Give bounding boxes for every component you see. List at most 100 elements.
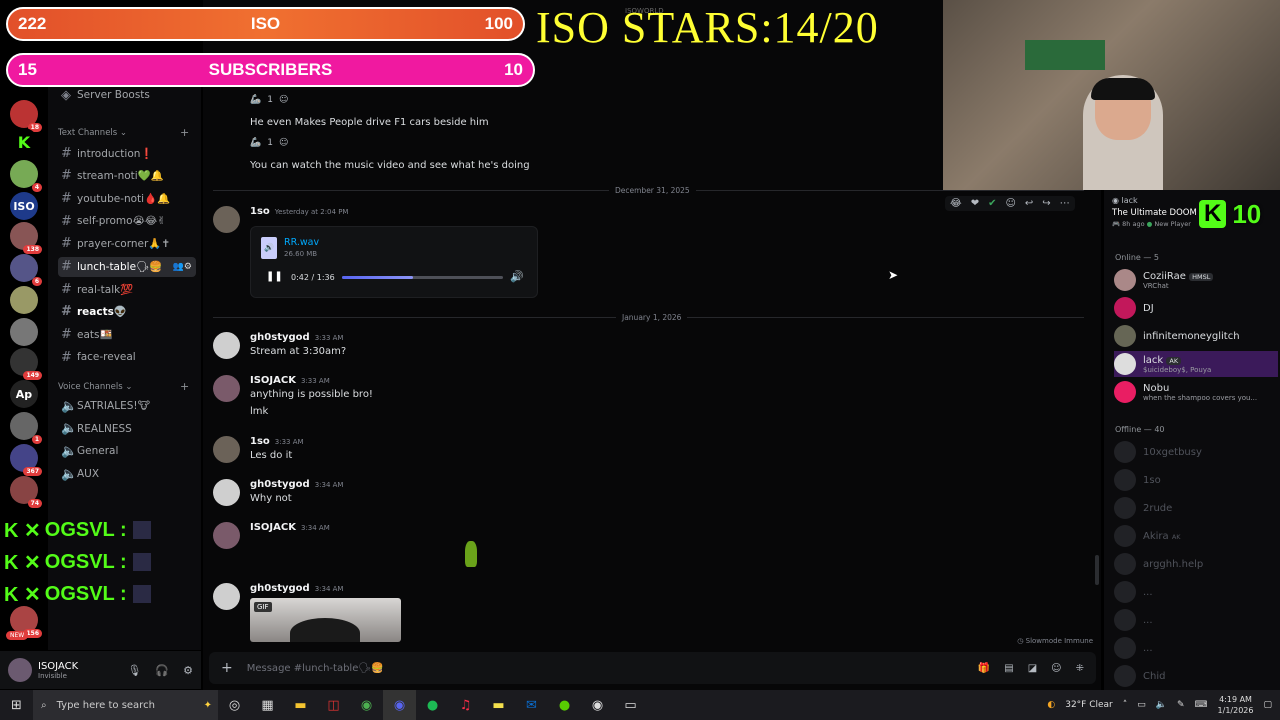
spotify-icon[interactable]: ●	[416, 690, 449, 720]
reply-icon[interactable]: ↩	[1025, 198, 1033, 209]
more-options-icon[interactable]: ⋯	[1060, 198, 1070, 209]
microphone-icon[interactable]: 🎙	[127, 664, 141, 677]
avatar[interactable]	[213, 375, 240, 402]
chrome-icon[interactable]: ◉	[350, 690, 383, 720]
channel-item[interactable]: # prayer-corner🙏✝	[58, 234, 196, 254]
add-reaction-icon[interactable]: ☺	[279, 95, 288, 105]
invite-icon[interactable]: 👥⚙	[173, 262, 192, 272]
add-voice-channel-plus-icon[interactable]: +	[180, 380, 189, 393]
copilot-icon[interactable]: ◎	[218, 690, 251, 720]
channel-item[interactable]: # lunch-table🗣🍔 👥⚙	[58, 256, 196, 277]
terminal-icon[interactable]: ▭	[614, 690, 647, 720]
gift-icon[interactable]: 🎁	[978, 663, 990, 674]
taskbar-search[interactable]: ⌕ Type here to search ✦	[33, 690, 218, 720]
member-item[interactable]: argghh.help	[1114, 551, 1278, 577]
store-icon[interactable]: ▦	[251, 690, 284, 720]
gear-icon[interactable]: ⚙	[183, 664, 193, 677]
clock[interactable]: 4:19 AM 1/1/2026	[1218, 694, 1254, 716]
channel-item[interactable]: # youtube-noti🩸🔔	[58, 188, 196, 208]
chevron-up-icon[interactable]: ˄	[1123, 700, 1128, 710]
message-author[interactable]: gh0stygod 3:34 AM	[250, 583, 343, 594]
server-icon[interactable]: 367	[10, 444, 42, 476]
avatar[interactable]	[213, 206, 240, 233]
voice-channels-category[interactable]: Voice Channels ⌄	[58, 382, 132, 392]
server-icon[interactable]	[10, 286, 38, 314]
laughing-reaction-icon[interactable]: 😂	[950, 198, 962, 209]
voice-channel-item[interactable]: 🔈 SATRIALES!🐮	[58, 396, 196, 416]
channel-item[interactable]: # reacts👽	[58, 302, 196, 322]
add-reaction-icon[interactable]: ☺	[1005, 198, 1015, 209]
avatar[interactable]	[213, 436, 240, 463]
heart-reaction-icon[interactable]: ❤	[971, 198, 979, 209]
pause-icon[interactable]: ❚❚	[266, 271, 283, 282]
server-icon[interactable]: 138	[10, 222, 42, 254]
message-author[interactable]: 1so 3:33 AM	[250, 436, 304, 447]
server-icon[interactable]	[10, 318, 38, 346]
message-author[interactable]: gh0stygod 3:33 AM	[250, 332, 343, 343]
server-icon[interactable]: 74	[10, 476, 42, 508]
member-item[interactable]: lack AK $uicideboy$, Pouya	[1114, 351, 1278, 377]
message-author[interactable]: ISOJACK 3:33 AM	[250, 375, 330, 386]
music-icon[interactable]: ♫	[449, 690, 482, 720]
apps-icon[interactable]: ⁜	[1076, 663, 1084, 674]
channel-item[interactable]: # eats🍱	[58, 325, 196, 345]
app-icon[interactable]: ◫	[317, 690, 350, 720]
message-author[interactable]: gh0stygod 3:34 AM	[250, 479, 343, 490]
check-reaction-icon[interactable]: ✔	[988, 198, 996, 209]
server-boosts-item[interactable]: ◈ Server Boosts	[58, 85, 196, 105]
server-icon[interactable]: ISO	[10, 192, 38, 220]
member-item[interactable]: 10xgetbusy	[1114, 439, 1278, 465]
gif-image[interactable]: GIF	[250, 598, 401, 642]
attachment-filename[interactable]: RR.wav	[284, 237, 319, 248]
channel-item[interactable]: # real-talk💯	[58, 279, 196, 299]
avatar[interactable]	[213, 479, 240, 506]
forward-icon[interactable]: ↪	[1042, 198, 1050, 209]
reaction-row[interactable]: 🦾 1 ☺	[250, 92, 288, 108]
server-icon[interactable]: 18	[10, 100, 42, 132]
notes-icon[interactable]: ▬	[482, 690, 515, 720]
channel-item[interactable]: # self-promo😭😂✌	[58, 211, 196, 231]
server-icon[interactable]: 1	[10, 412, 42, 444]
volume-icon[interactable]: 🔊	[510, 270, 524, 283]
member-item[interactable]: CoziiRae HMSL VRChat	[1114, 267, 1278, 293]
avatar[interactable]	[8, 658, 32, 682]
message-composer[interactable]: + Message #lunch-table🗣🍔 🎁 ▤ ◪ ☺ ⁜	[209, 652, 1096, 684]
outlook-icon[interactable]: ✉	[515, 690, 548, 720]
windows-start-icon[interactable]: ⊞	[0, 690, 33, 720]
discord-icon[interactable]: ◉	[383, 690, 416, 720]
network-icon[interactable]: ▭	[1137, 700, 1146, 710]
notifications-icon[interactable]: ▢	[1263, 700, 1272, 710]
message-author[interactable]: 1so Yesterday at 2:04 PM	[250, 206, 348, 217]
member-item[interactable]: ...	[1114, 635, 1278, 661]
server-icon[interactable]: K	[10, 128, 38, 156]
add-attachment-plus-icon[interactable]: +	[221, 660, 233, 676]
server-icon[interactable]: 156	[10, 606, 42, 638]
reaction-row[interactable]: 🦾 1 ☺	[250, 135, 288, 151]
member-item[interactable]: 2rude	[1114, 495, 1278, 521]
server-icon[interactable]: 4	[10, 160, 42, 192]
channel-item[interactable]: # face-reveal	[58, 347, 196, 367]
server-icon[interactable]: 149	[10, 348, 42, 380]
channel-item[interactable]: # stream-noti💚🔔	[58, 166, 196, 186]
gif-picker-icon[interactable]: ▤	[1004, 663, 1013, 674]
obs-icon[interactable]: ◉	[581, 690, 614, 720]
file-explorer-icon[interactable]: ▬	[284, 690, 317, 720]
text-channels-category[interactable]: Text Channels ⌄	[58, 128, 127, 138]
member-item[interactable]: Chid	[1114, 663, 1278, 689]
message-author[interactable]: ISOJACK 3:34 AM	[250, 522, 330, 533]
voice-channel-item[interactable]: 🔈 REALNESS	[58, 419, 196, 439]
add-channel-plus-icon[interactable]: +	[180, 126, 189, 139]
voice-channel-item[interactable]: 🔈 AUX	[58, 464, 196, 484]
server-icon[interactable]: 6	[10, 254, 42, 286]
audio-seek-bar[interactable]	[342, 276, 503, 279]
duolingo-icon[interactable]: ●	[548, 690, 581, 720]
channel-item[interactable]: # introduction❗	[58, 143, 196, 163]
member-item[interactable]: ...	[1114, 607, 1278, 633]
avatar[interactable]	[213, 583, 240, 610]
sticker-icon[interactable]: ◪	[1028, 663, 1037, 674]
avatar[interactable]	[213, 522, 240, 549]
weather-text[interactable]: 32°F Clear	[1065, 700, 1113, 710]
avatar[interactable]	[213, 332, 240, 359]
pen-icon[interactable]: ✎	[1177, 700, 1185, 710]
member-item[interactable]: infinitemoneyglitch	[1114, 323, 1278, 349]
